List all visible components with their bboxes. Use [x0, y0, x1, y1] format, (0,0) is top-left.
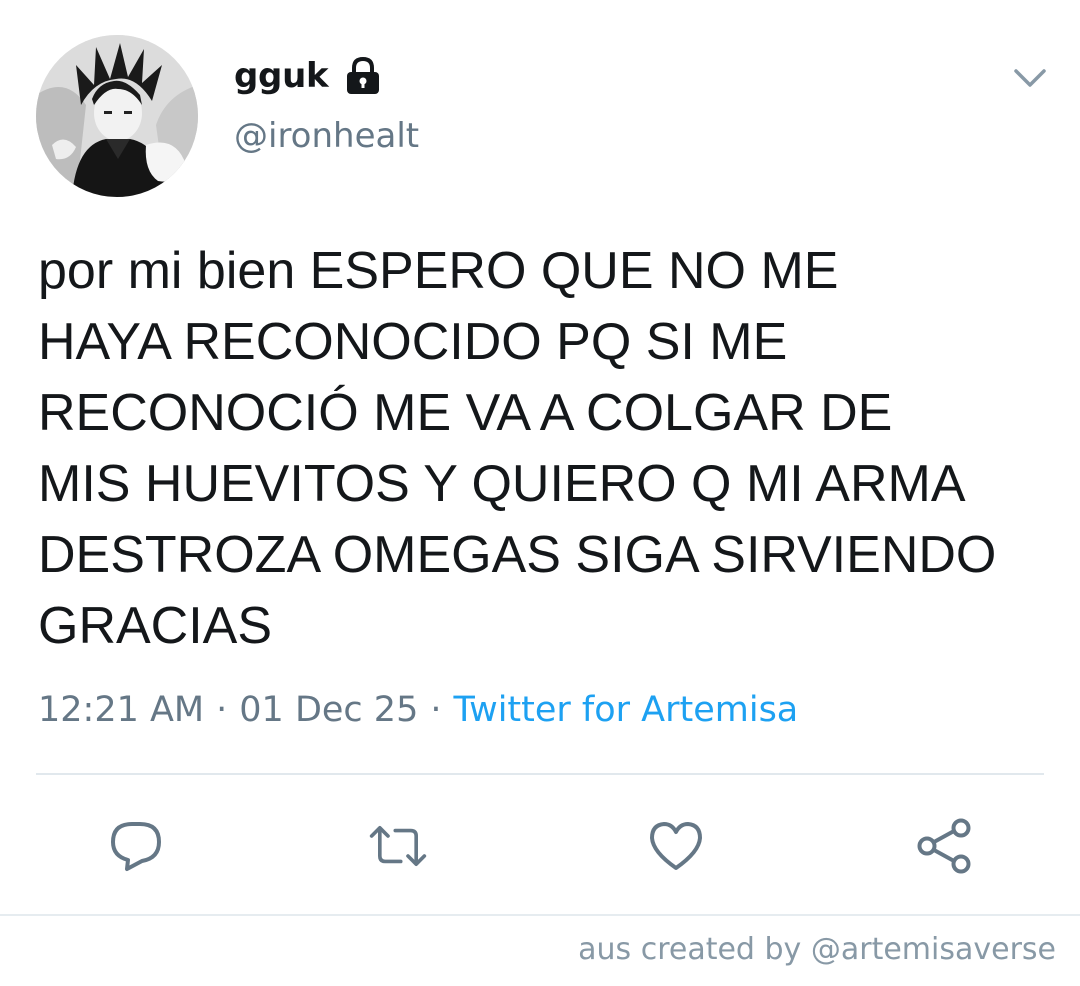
tweet-meta: 12:21 AM · 01 Dec 25 · Twitter for Artemisa — [38, 690, 798, 730]
share-icon — [917, 818, 971, 874]
lock-icon — [344, 56, 382, 96]
tweet-text: por mi bien ESPERO QUE NO ME HAYA RECONO… — [38, 242, 997, 655]
retweet-icon — [369, 825, 427, 866]
retweet-button[interactable] — [368, 816, 428, 876]
footer-divider — [0, 914, 1080, 916]
heart-icon — [650, 822, 702, 870]
chevron-down-icon[interactable] — [1012, 66, 1048, 90]
divider — [36, 773, 1044, 775]
tweet-card: gguk @ironhealt por mi bien ESPERO QUE N… — [0, 0, 1080, 986]
share-button[interactable] — [914, 816, 974, 876]
meta-separator: · — [216, 690, 228, 730]
tweet-source-link[interactable]: Twitter for Artemisa — [453, 690, 798, 730]
avatar-image — [36, 35, 198, 197]
user-handle[interactable]: @ironhealt — [234, 116, 419, 156]
credit-text: aus created by @artemisaverse — [578, 932, 1056, 967]
tweet-time: 12:21 AM — [38, 690, 205, 730]
reply-button[interactable] — [106, 816, 166, 876]
tweet-date: 01 Dec 25 — [239, 690, 419, 730]
like-button[interactable] — [646, 816, 706, 876]
avatar[interactable] — [36, 35, 198, 197]
display-name-row[interactable]: gguk — [234, 52, 382, 100]
reply-icon — [111, 822, 161, 871]
meta-separator: · — [430, 690, 442, 730]
display-name[interactable]: gguk — [234, 56, 329, 96]
